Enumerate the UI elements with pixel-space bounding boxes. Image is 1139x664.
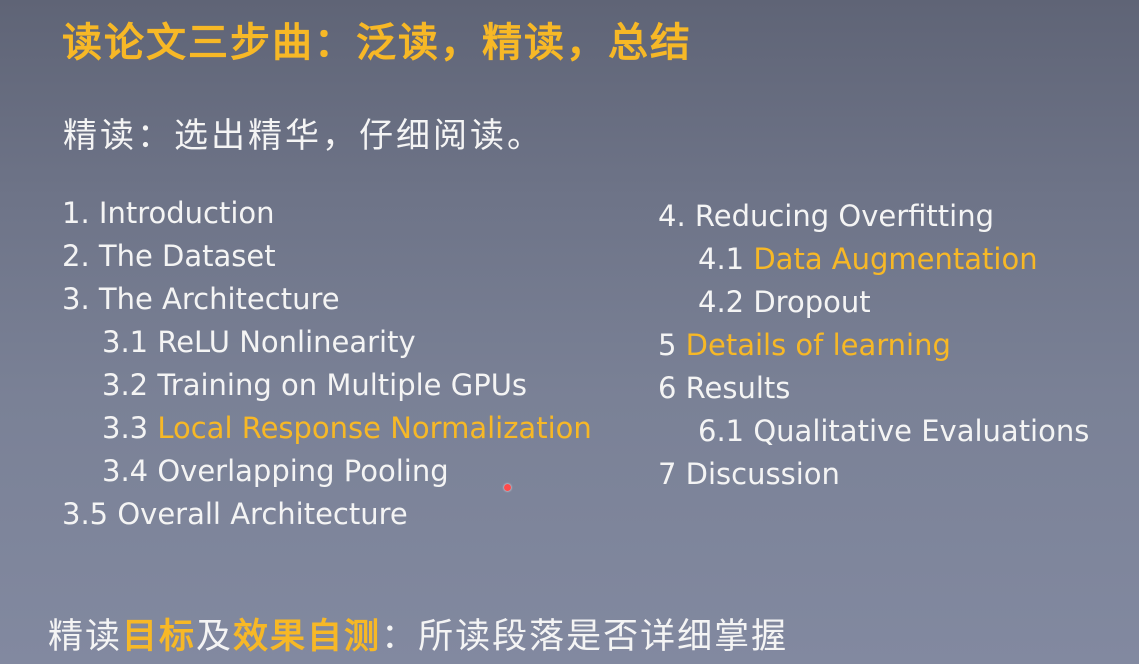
slide-footer: 精读目标及效果自测：所读段落是否详细掌握 bbox=[48, 608, 788, 659]
toc-item-label: The Architecture bbox=[98, 282, 340, 316]
toc-item-label: Training on Multiple GPUs bbox=[157, 368, 528, 402]
toc-item-label: Overlapping Pooling bbox=[157, 454, 449, 488]
slide-subtitle: 精读：选出精华，仔细阅读。 bbox=[63, 116, 544, 156]
toc-item-number: 5 bbox=[658, 328, 677, 362]
toc-item-number: 3.5 bbox=[62, 497, 109, 531]
toc-item-number: 1. bbox=[62, 196, 90, 230]
laser-pointer-dot bbox=[504, 484, 511, 491]
toc-item-label-highlighted: Data Augmentation bbox=[753, 242, 1038, 276]
footer-text-intensive-reading: 精读 bbox=[48, 617, 123, 657]
toc-item-label: Overall Architecture bbox=[117, 497, 408, 531]
footer-text-and: 及 bbox=[196, 617, 234, 657]
toc-item-overall-architecture: 3.5 Overall Architecture bbox=[62, 493, 592, 536]
toc-item-label: Discussion bbox=[685, 457, 840, 491]
toc-left-column: 1. Introduction 2. The Dataset 3. The Ar… bbox=[62, 192, 592, 536]
toc-item-introduction: 1. Introduction bbox=[62, 192, 592, 235]
toc-item-number: 4.2 bbox=[698, 285, 745, 319]
toc-item-number: 3. bbox=[62, 282, 90, 316]
toc-item-discussion: 7 Discussion bbox=[658, 453, 1089, 496]
toc-item-number: 4.1 bbox=[698, 242, 745, 276]
toc-item-dropout: 4.2 Dropout bbox=[658, 281, 1089, 324]
toc-item-qualitative-evaluations: 6.1 Qualitative Evaluations bbox=[658, 410, 1089, 453]
toc-item-label: Results bbox=[685, 371, 791, 405]
toc-item-number: 3.2 bbox=[102, 368, 149, 402]
footer-highlight-self-test: 效果自测 bbox=[233, 617, 382, 657]
toc-item-label: Introduction bbox=[98, 196, 275, 230]
toc-item-number: 2. bbox=[62, 239, 90, 273]
toc-item-relu: 3.1 ReLU Nonlinearity bbox=[62, 321, 592, 364]
toc-item-data-augmentation: 4.1 Data Augmentation bbox=[658, 238, 1089, 281]
toc-item-label: The Dataset bbox=[98, 239, 276, 273]
toc-item-number: 6 bbox=[658, 371, 677, 405]
toc-item-label: Reducing Overfitting bbox=[694, 199, 994, 233]
toc-item-multi-gpu: 3.2 Training on Multiple GPUs bbox=[62, 364, 592, 407]
toc-item-label: Dropout bbox=[753, 285, 871, 319]
toc-item-number: 3.3 bbox=[102, 411, 149, 445]
toc-item-architecture: 3. The Architecture bbox=[62, 278, 592, 321]
toc-item-label-highlighted: Local Response Normalization bbox=[157, 411, 592, 445]
toc-item-dataset: 2. The Dataset bbox=[62, 235, 592, 278]
toc-item-details-of-learning: 5 Details of learning bbox=[658, 324, 1089, 367]
toc-right-column: 4. Reducing Overfitting 4.1 Data Augment… bbox=[658, 195, 1089, 496]
toc-item-label-highlighted: Details of learning bbox=[685, 328, 951, 362]
toc-item-number: 7 bbox=[658, 457, 677, 491]
toc-item-results: 6 Results bbox=[658, 367, 1089, 410]
toc-item-label: Qualitative Evaluations bbox=[753, 414, 1090, 448]
toc-item-reducing-overfitting: 4. Reducing Overfitting bbox=[658, 195, 1089, 238]
toc-item-number: 4. bbox=[658, 199, 686, 233]
toc-item-label: ReLU Nonlinearity bbox=[157, 325, 416, 359]
toc-item-number: 3.1 bbox=[102, 325, 149, 359]
footer-text-question: ：所读段落是否详细掌握 bbox=[381, 617, 789, 657]
toc-item-lrn: 3.3 Local Response Normalization bbox=[62, 407, 592, 450]
footer-highlight-goal: 目标 bbox=[122, 617, 197, 657]
toc-item-number: 6.1 bbox=[698, 414, 745, 448]
toc-item-overlapping-pooling: 3.4 Overlapping Pooling bbox=[62, 450, 592, 493]
toc-item-number: 3.4 bbox=[102, 454, 149, 488]
slide-title: 读论文三步曲：泛读，精读，总结 bbox=[62, 20, 692, 66]
